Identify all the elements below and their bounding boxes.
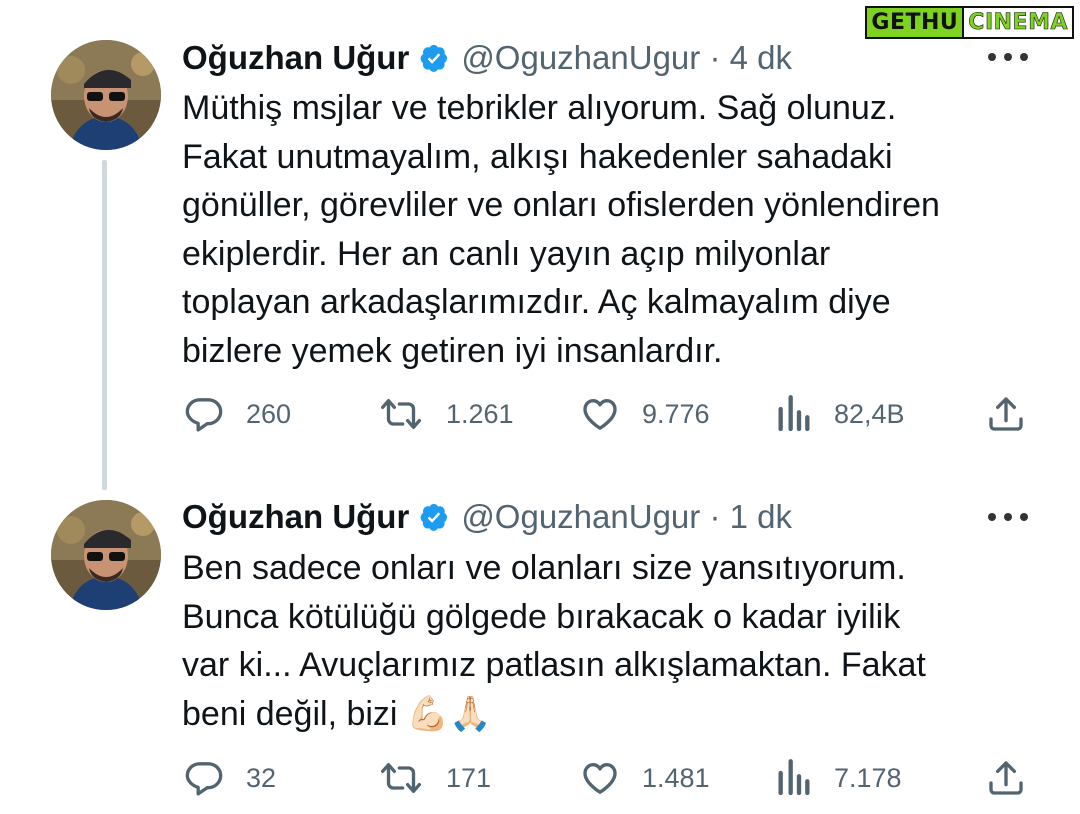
verified-badge-icon xyxy=(419,43,449,73)
more-options-icon[interactable] xyxy=(988,507,1028,527)
bar-chart-icon xyxy=(778,759,810,796)
avatar[interactable] xyxy=(51,40,161,150)
retweet-count: 171 xyxy=(446,762,492,793)
author-name[interactable]: Oğuzhan Uğur xyxy=(182,498,409,536)
retweet-button[interactable]: 1.261 xyxy=(378,394,514,434)
watermark-part-2: CINEMA xyxy=(962,5,1074,39)
like-button[interactable]: 1.481 xyxy=(580,758,710,798)
share-button[interactable] xyxy=(986,394,1026,434)
author-name[interactable]: Oğuzhan Uğur xyxy=(182,39,409,77)
share-upload-icon xyxy=(989,397,1023,431)
tweet-text: Müthiş msjlar ve tebrikler alıyorum. Sağ… xyxy=(182,89,940,370)
view-count: 82,4B xyxy=(834,398,905,429)
view-count: 7.178 xyxy=(834,762,902,793)
reply-count: 32 xyxy=(246,762,277,793)
author-handle-time[interactable]: @OguzhanUgur · 1 dk xyxy=(461,498,792,536)
like-count: 9.776 xyxy=(642,398,710,429)
views-button[interactable]: 82,4B xyxy=(776,394,905,434)
like-count: 1.481 xyxy=(642,762,710,793)
watermark-part-1: GETHU xyxy=(865,5,963,39)
verified-badge-icon xyxy=(419,502,449,532)
reply-button[interactable]: 32 xyxy=(184,758,276,798)
speech-bubble-icon xyxy=(185,398,223,432)
more-options-icon[interactable] xyxy=(988,47,1028,67)
bar-chart-icon xyxy=(778,395,810,432)
speech-bubble-icon xyxy=(185,762,223,796)
author-handle-time[interactable]: @OguzhanUgur · 4 dk xyxy=(461,39,792,77)
like-button[interactable]: 9.776 xyxy=(580,394,710,434)
retweet-button[interactable]: 171 xyxy=(378,758,491,798)
retweet-arrows-icon xyxy=(380,399,421,429)
retweet-arrows-icon xyxy=(380,763,421,793)
thread-connector-line xyxy=(102,160,107,490)
retweet-count: 1.261 xyxy=(446,398,514,429)
tweet-actions: 32 171 1.481 7.178 xyxy=(0,756,1080,800)
reply-count: 260 xyxy=(246,398,292,429)
share-button[interactable] xyxy=(986,758,1026,798)
tweet-header: Oğuzhan Uğur @OguzhanUgur · 4 dk xyxy=(182,38,792,78)
tweet-text: Ben sadece onları ve olanları size yansı… xyxy=(182,549,926,733)
reply-button[interactable]: 260 xyxy=(184,394,291,434)
avatar[interactable] xyxy=(51,500,161,610)
heart-icon xyxy=(583,399,617,430)
share-upload-icon xyxy=(989,761,1023,795)
views-button[interactable]: 7.178 xyxy=(776,758,902,798)
tweet-header: Oğuzhan Uğur @OguzhanUgur · 1 dk xyxy=(182,497,792,537)
heart-icon xyxy=(583,763,617,794)
tweet-actions: 260 1.261 9.776 82,4B xyxy=(0,392,1080,436)
watermark-logo: GETHU CINEMA xyxy=(865,4,1074,40)
